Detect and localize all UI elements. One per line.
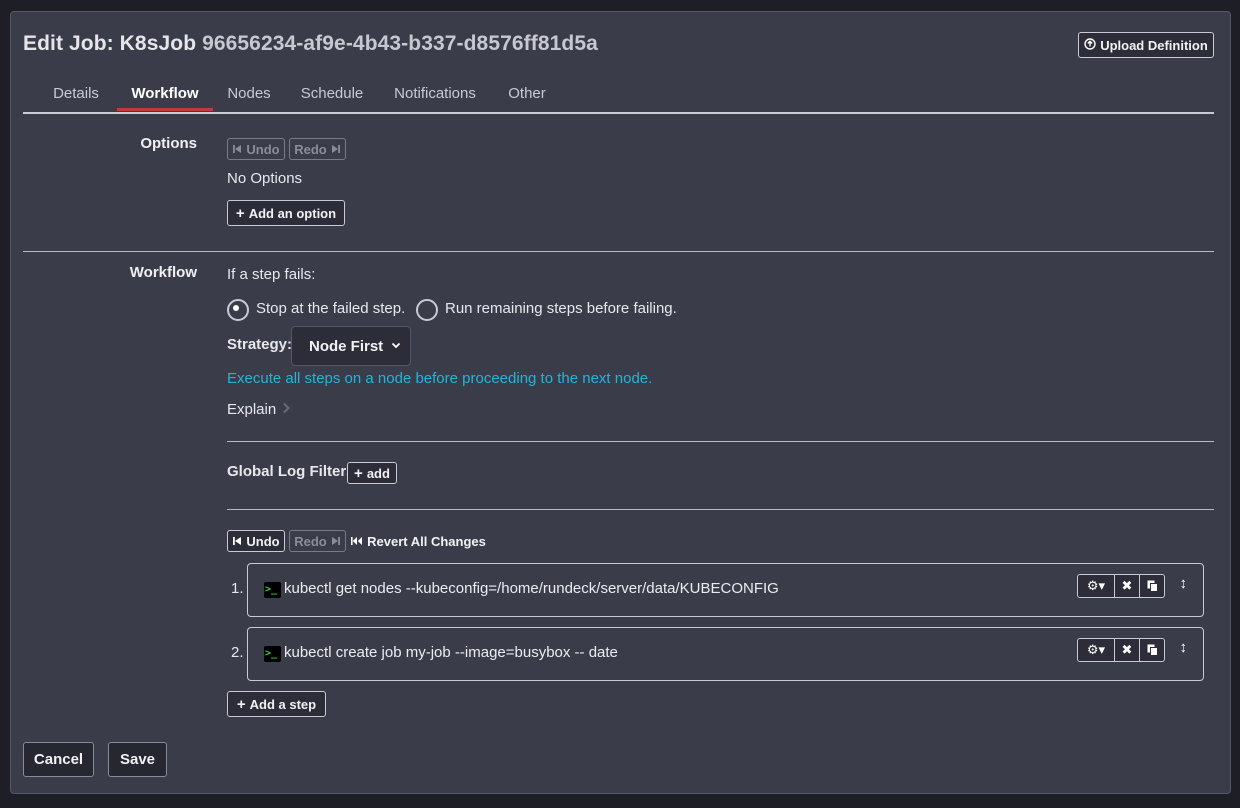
drag-handle-icon[interactable]: ↕ — [1180, 575, 1188, 592]
explain-label: Explain — [227, 401, 277, 418]
plus-icon: + — [235, 204, 245, 222]
chevron-down-icon — [391, 339, 401, 353]
strategy-value: Node First — [309, 337, 384, 355]
skip-forward-icon — [331, 142, 341, 157]
options-redo-button[interactable]: Redo — [289, 138, 346, 160]
tab-notifications[interactable]: Notifications — [385, 76, 485, 110]
workflow-redo-label: Redo — [294, 533, 327, 549]
add-step-label: Add a step — [249, 696, 317, 712]
add-filter-label: add — [366, 465, 390, 481]
job-id: 96656234-af9e-4b43-b337-d8576ff81d5a — [202, 32, 598, 55]
radio-run-label: Run remaining steps before failing. — [445, 300, 677, 317]
tab-other[interactable]: Other — [499, 76, 555, 110]
radio-run-remaining[interactable] — [416, 299, 438, 321]
add-step-button[interactable]: + Add a step — [227, 691, 326, 717]
add-option-label: Add an option — [248, 205, 337, 221]
add-log-filter-button[interactable]: + add — [347, 462, 397, 484]
skip-forward-icon — [331, 534, 341, 549]
tab-nodes[interactable]: Nodes — [219, 76, 279, 110]
step-command: kubectl create job my-job --image=busybo… — [284, 644, 618, 661]
save-label: Save — [119, 751, 156, 768]
step-command: kubectl get nodes --kubeconfig=/home/run… — [284, 580, 779, 597]
cancel-label: Cancel — [33, 751, 84, 768]
plus-icon: + — [236, 695, 246, 713]
job-tabs: Details Workflow Nodes Schedule Notifica… — [23, 76, 1214, 114]
log-filters-label: Global Log Filters — [227, 463, 355, 480]
workflow-step[interactable]: >_ kubectl get nodes --kubeconfig=/home/… — [247, 563, 1204, 617]
copy-icon[interactable] — [1139, 639, 1164, 661]
strategy-label: Strategy: — [227, 336, 293, 353]
gear-icon[interactable]: ⚙▾ — [1078, 575, 1114, 597]
workflow-step[interactable]: >_ kubectl create job my-job --image=bus… — [247, 627, 1204, 681]
add-option-button[interactable]: + Add an option — [227, 200, 345, 226]
plus-icon: + — [354, 464, 363, 482]
skip-back-icon — [232, 534, 242, 549]
no-options-text: No Options — [227, 170, 303, 187]
terminal-icon: >_ — [264, 582, 281, 598]
gear-icon[interactable]: ⚙▾ — [1078, 639, 1114, 661]
chevron-right-icon — [282, 401, 291, 418]
radio-stop-label: Stop at the failed step. — [256, 300, 406, 317]
tab-schedule[interactable]: Schedule — [291, 76, 373, 110]
upload-circle-icon — [1084, 37, 1096, 53]
radio-stop-on-fail[interactable] — [227, 299, 249, 321]
drag-handle-icon[interactable]: ↕ — [1180, 639, 1188, 656]
close-icon[interactable]: ✖ — [1114, 639, 1139, 661]
filters-divider — [227, 509, 1214, 510]
explain-divider — [227, 441, 1214, 442]
upload-definition-button[interactable]: Upload Definition — [1078, 32, 1214, 58]
explain-toggle[interactable]: Explain — [227, 401, 291, 418]
copy-icon[interactable] — [1139, 575, 1164, 597]
close-icon[interactable]: ✖ — [1114, 575, 1139, 597]
section-divider — [23, 251, 1214, 252]
cancel-button[interactable]: Cancel — [23, 742, 94, 777]
workflow-section-label: Workflow — [129, 264, 197, 281]
skip-back-icon — [232, 142, 242, 157]
workflow-undo-button[interactable]: Undo — [227, 530, 285, 552]
tab-details[interactable]: Details — [41, 76, 111, 110]
step-number: 2. — [231, 644, 244, 661]
step-toolbar: ⚙▾ ✖ — [1077, 574, 1165, 598]
save-button[interactable]: Save — [108, 742, 167, 777]
workflow-undo-label: Undo — [246, 533, 280, 549]
fast-backward-icon — [350, 534, 363, 549]
options-section-label: Options — [140, 135, 197, 152]
terminal-icon: >_ — [264, 646, 281, 662]
strategy-select[interactable]: Node First — [291, 326, 411, 366]
active-tab-indicator — [117, 108, 213, 111]
options-undo-label: Undo — [246, 141, 280, 157]
upload-definition-label: Upload Definition — [1100, 37, 1208, 53]
fail-prompt: If a step fails: — [227, 266, 316, 283]
revert-all-button[interactable]: Revert All Changes — [350, 530, 486, 552]
strategy-description: Execute all steps on a node before proce… — [227, 370, 653, 387]
options-redo-label: Redo — [294, 141, 327, 157]
revert-all-label: Revert All Changes — [367, 533, 486, 549]
step-toolbar: ⚙▾ ✖ — [1077, 638, 1165, 662]
options-undo-button[interactable]: Undo — [227, 138, 285, 160]
tab-workflow[interactable]: Workflow — [117, 76, 213, 110]
workflow-redo-button[interactable]: Redo — [289, 530, 346, 552]
title-prefix: Edit Job: K8sJob — [23, 32, 197, 55]
step-number: 1. — [231, 580, 244, 597]
page-title: Edit Job: K8sJob 96656234-af9e-4b43-b337… — [23, 32, 598, 56]
